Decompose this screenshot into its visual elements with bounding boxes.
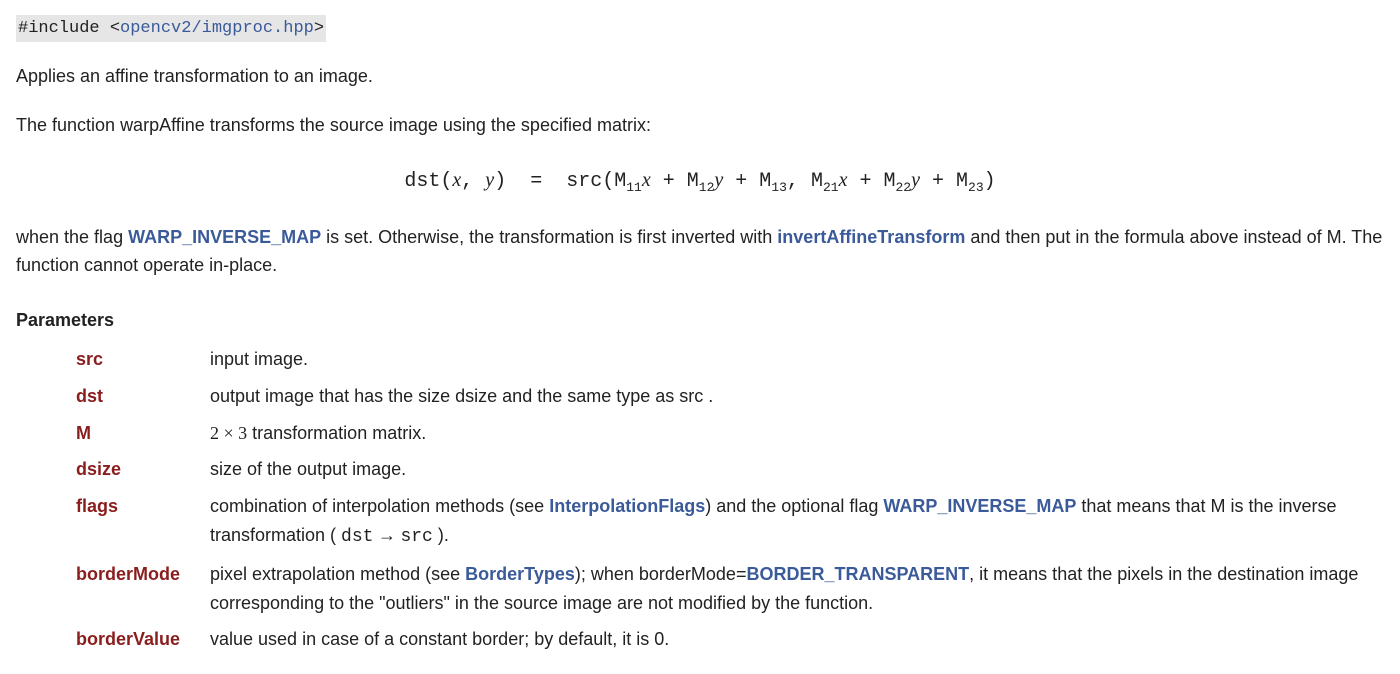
formula-src: src: [566, 170, 602, 193]
formula-y: y: [485, 169, 494, 191]
intro-paragraph-2: The function warpAffine transforms the s…: [16, 111, 1384, 140]
formula-x3: x: [839, 169, 848, 191]
text: combination of interpolation methods (se…: [210, 496, 549, 516]
text: pixel extrapolation method (see: [210, 564, 465, 584]
param-name-bordermode: borderMode: [76, 560, 210, 589]
formula-m21: M21: [811, 170, 839, 193]
invert-affine-transform-link[interactable]: invertAffineTransform: [777, 227, 965, 247]
param-row-m: M 2 × 3 transformation matrix.: [76, 419, 1384, 448]
param-name-flags: flags: [76, 492, 210, 521]
text: ) and the optional flag: [705, 496, 883, 516]
include-prefix: #include <: [18, 19, 120, 38]
param-desc-dsize: size of the output image.: [210, 455, 1384, 484]
param-row-bordermode: borderMode pixel extrapolation method (s…: [76, 560, 1384, 618]
param-name-src: src: [76, 345, 210, 374]
param-name-dsize: dsize: [76, 455, 210, 484]
formula-dst: dst: [404, 170, 440, 193]
formula-m23: M23: [956, 170, 984, 193]
text: is set. Otherwise, the transformation is…: [321, 227, 777, 247]
warp-inverse-map-link[interactable]: WARP_INVERSE_MAP: [128, 227, 321, 247]
param-row-bordervalue: borderValue value used in case of a cons…: [76, 625, 1384, 654]
param-desc-m: 2 × 3 transformation matrix.: [210, 419, 1384, 448]
formula-m12: M12: [687, 170, 715, 193]
include-directive: #include <opencv2/imgproc.hpp>: [16, 15, 326, 42]
intro-paragraph-1: Applies an affine transformation to an i…: [16, 62, 1384, 91]
parameters-list: src input image. dst output image that h…: [76, 345, 1384, 654]
param-desc-src: input image.: [210, 345, 1384, 374]
text: transformation matrix.: [247, 423, 426, 443]
formula-y2: y: [714, 169, 723, 191]
text: ); when borderMode=: [575, 564, 747, 584]
times-symbol: ×: [219, 423, 238, 443]
dst-code: dst: [341, 527, 373, 547]
param-desc-flags: combination of interpolation methods (se…: [210, 492, 1384, 552]
formula-m11: M11: [614, 170, 642, 193]
arrow-icon: →: [373, 525, 400, 545]
param-row-src: src input image.: [76, 345, 1384, 374]
formula-x2: x: [642, 169, 651, 191]
formula-y3: y: [911, 169, 920, 191]
formula-m13: M13: [759, 170, 787, 193]
param-name-dst: dst: [76, 382, 210, 411]
include-suffix: >: [314, 19, 324, 38]
warp-inverse-map-link-2[interactable]: WARP_INVERSE_MAP: [883, 496, 1076, 516]
text: when the flag: [16, 227, 128, 247]
parameters-heading: Parameters: [16, 306, 1384, 335]
formula-m22: M22: [883, 170, 911, 193]
param-row-flags: flags combination of interpolation metho…: [76, 492, 1384, 552]
matrix-cols: 3: [238, 423, 247, 443]
border-types-link[interactable]: BorderTypes: [465, 564, 575, 584]
param-name-m: M: [76, 419, 210, 448]
param-desc-bordervalue: value used in case of a constant border;…: [210, 625, 1384, 654]
after-formula-paragraph: when the flag WARP_INVERSE_MAP is set. O…: [16, 223, 1384, 281]
text: ).: [433, 525, 449, 545]
param-name-bordervalue: borderValue: [76, 625, 210, 654]
formula-x: x: [452, 169, 461, 191]
matrix-rows: 2: [210, 423, 219, 443]
param-row-dsize: dsize size of the output image.: [76, 455, 1384, 484]
param-desc-bordermode: pixel extrapolation method (see BorderTy…: [210, 560, 1384, 618]
formula: dst(x, y) = src(M11x + M12y + M13, M21x …: [16, 164, 1384, 199]
src-code: src: [400, 527, 432, 547]
include-path-link[interactable]: opencv2/imgproc.hpp: [120, 19, 314, 38]
interpolation-flags-link[interactable]: InterpolationFlags: [549, 496, 705, 516]
border-transparent-link[interactable]: BORDER_TRANSPARENT: [746, 564, 969, 584]
param-desc-dst: output image that has the size dsize and…: [210, 382, 1384, 411]
param-row-dst: dst output image that has the size dsize…: [76, 382, 1384, 411]
